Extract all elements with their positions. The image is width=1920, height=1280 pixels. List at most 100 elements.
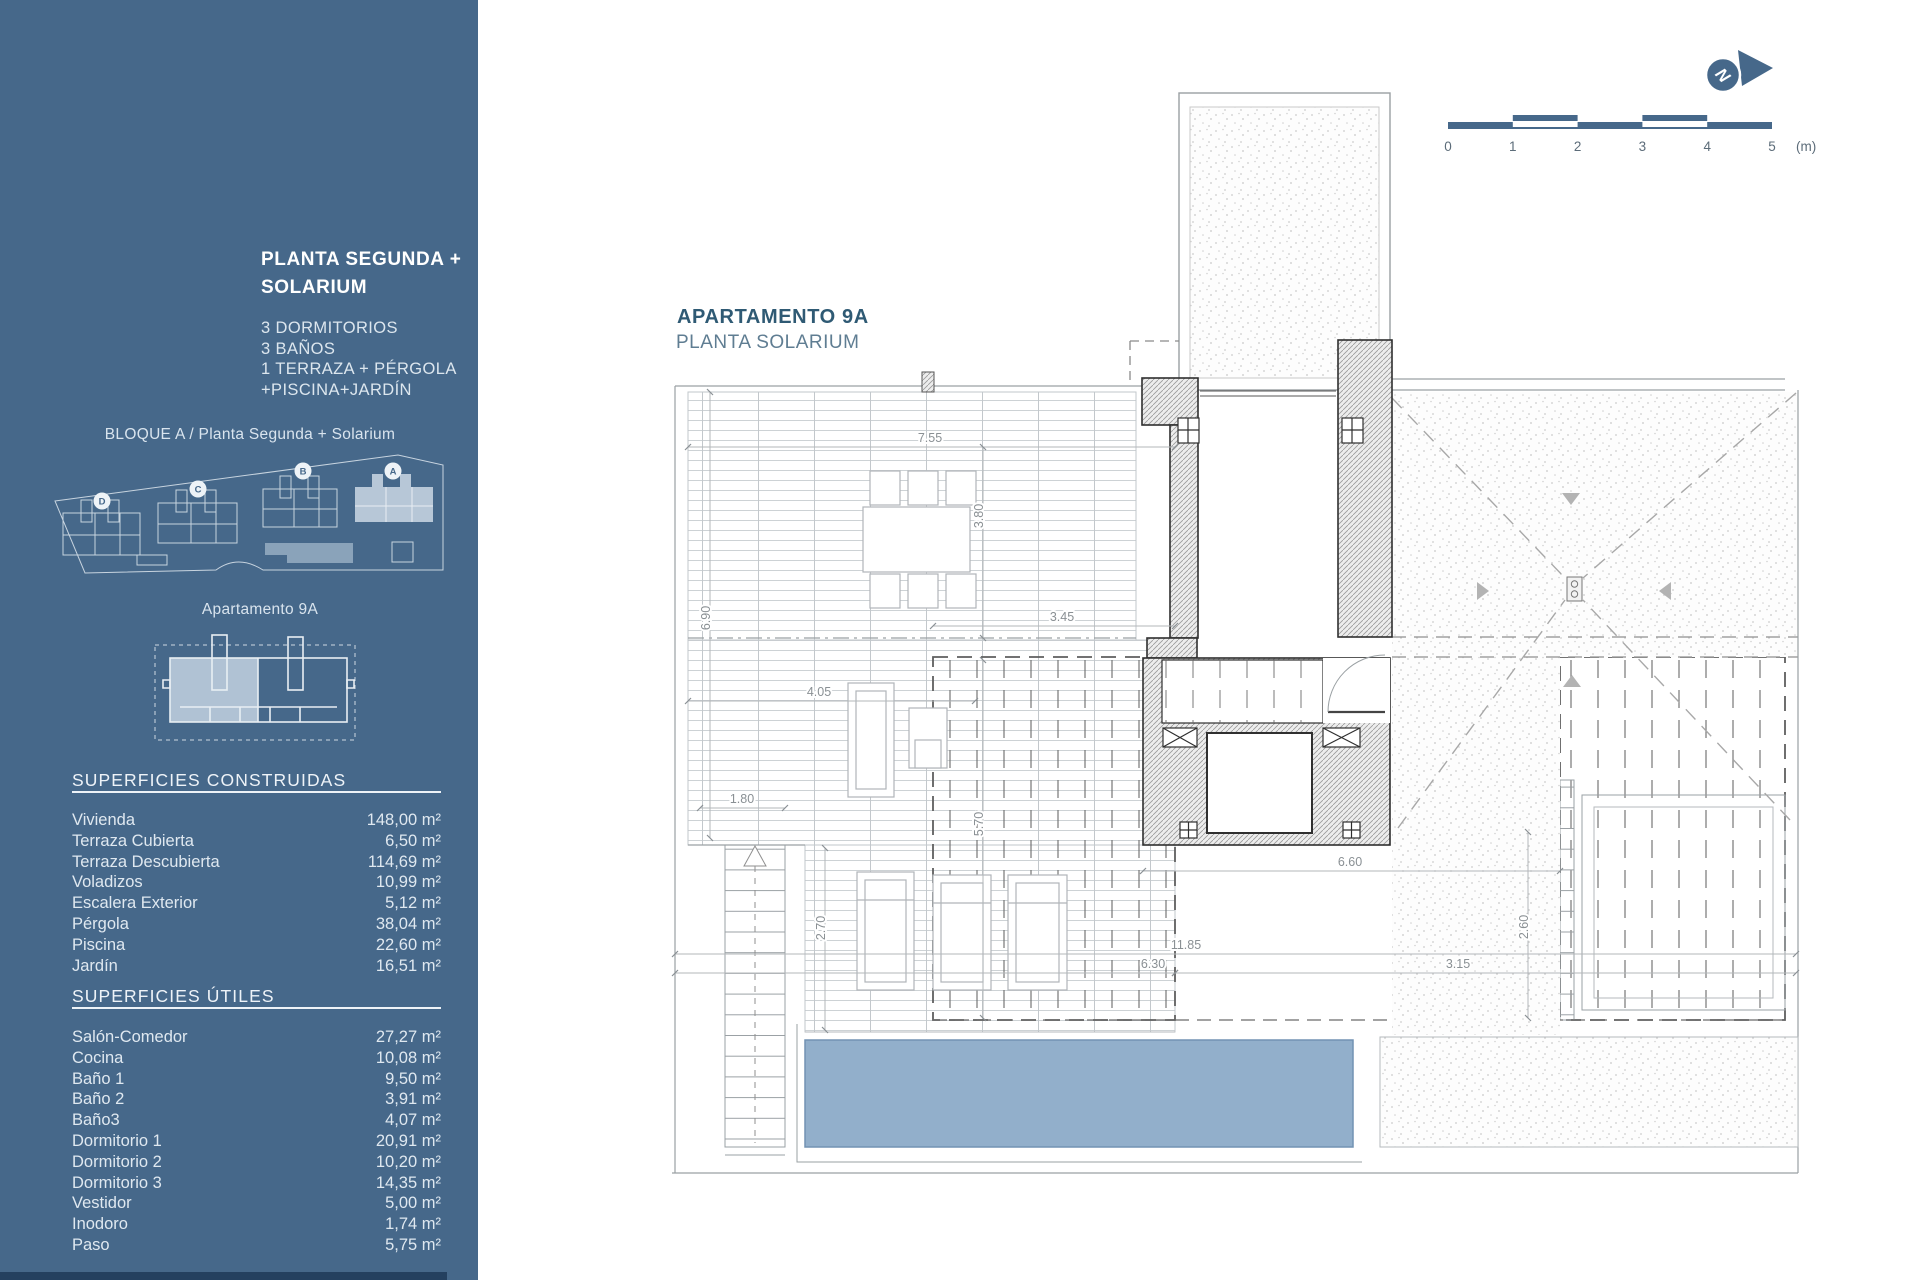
svg-text:2.60: 2.60: [1517, 915, 1531, 939]
floor-plan-drawing: 7.55 3.80 6.90 3.45 4.05 1.80 5.70 2.70 …: [478, 0, 1920, 1280]
svg-text:5: 5: [1768, 139, 1776, 154]
surface-row: Inodoro 1,74 m²: [72, 1214, 441, 1235]
svg-text:D: D: [99, 497, 106, 508]
surface-value: 1,74 m²: [385, 1214, 441, 1235]
surface-label: Piscina: [72, 935, 125, 956]
svg-text:A: A: [390, 467, 397, 478]
surface-row: Jardín 16,51 m²: [72, 956, 441, 977]
construidas-heading: SUPERFICIES CONSTRUIDAS: [72, 770, 346, 791]
surface-label: Voladizos: [72, 872, 143, 893]
block-label: BLOQUE A / Planta Segunda + Solarium: [60, 426, 440, 444]
surface-value: 10,20 m²: [376, 1152, 441, 1173]
dining-table: [863, 507, 970, 572]
surface-value: 5,12 m²: [385, 893, 441, 914]
surface-label: Terraza Descubierta: [72, 852, 220, 873]
surface-label: Baño 2: [72, 1089, 124, 1110]
utiles-heading: SUPERFICIES ÚTILES: [72, 986, 275, 1007]
garden-bed: [1380, 1037, 1798, 1147]
surface-label: Cocina: [72, 1048, 123, 1069]
surface-value: 148,00 m²: [367, 810, 441, 831]
surface-label: Pérgola: [72, 914, 129, 935]
surface-row: Dormitorio 2 10,20 m²: [72, 1152, 441, 1173]
svg-text:C: C: [195, 485, 202, 496]
svg-text:(m): (m): [1796, 139, 1816, 154]
surface-label: Inodoro: [72, 1214, 128, 1235]
svg-text:0: 0: [1444, 139, 1452, 154]
block-b-footprint: [263, 476, 337, 527]
surface-row: Cocina 10,08 m²: [72, 1048, 441, 1069]
site-pool-shape: [265, 543, 353, 563]
surface-label: Terraza Cubierta: [72, 831, 194, 852]
surface-row: Terraza Descubierta 114,69 m²: [72, 852, 441, 873]
surface-label: Dormitorio 2: [72, 1152, 162, 1173]
block-c-footprint: [158, 490, 237, 543]
svg-text:6.60: 6.60: [1338, 855, 1362, 869]
surface-value: 16,51 m²: [376, 956, 441, 977]
pool-area: [797, 1024, 1798, 1162]
program-item: 1 TERRAZA + PÉRGOLA: [261, 359, 457, 380]
surface-label: Vestidor: [72, 1193, 132, 1214]
svg-text:2.70: 2.70: [814, 916, 828, 940]
exterior-stair: [725, 845, 785, 1155]
svg-text:6.30: 6.30: [1141, 957, 1165, 971]
unit-diagram: [150, 630, 360, 748]
surface-value: 9,50 m²: [385, 1069, 441, 1090]
program-list: 3 DORMITORIOS3 BAÑOS1 TERRAZA + PÉRGOLA+…: [261, 318, 457, 400]
stair-tower: [922, 93, 1390, 392]
program-item: 3 DORMITORIOS: [261, 318, 457, 339]
svg-text:3.45: 3.45: [1050, 610, 1074, 624]
surface-row: Voladizos 10,99 m²: [72, 872, 441, 893]
svg-text:3.15: 3.15: [1446, 957, 1470, 971]
rule: [72, 791, 441, 793]
core-walls: [1142, 340, 1392, 845]
surface-label: Dormitorio 1: [72, 1131, 162, 1152]
surface-value: 27,27 m²: [376, 1027, 441, 1048]
surface-value: 38,04 m²: [376, 914, 441, 935]
accent-strip: [0, 1272, 447, 1280]
svg-text:2: 2: [1574, 139, 1582, 154]
surface-label: Paso: [72, 1235, 110, 1256]
surface-value: 20,91 m²: [376, 1131, 441, 1152]
surface-row: Pérgola 38,04 m²: [72, 914, 441, 935]
surface-label: Baño3: [72, 1110, 120, 1131]
surface-value: 10,99 m²: [376, 872, 441, 893]
svg-text:6.90: 6.90: [699, 606, 713, 630]
surface-row: Baño 1 9,50 m²: [72, 1069, 441, 1090]
surface-label: Salón-Comedor: [72, 1027, 188, 1048]
surface-value: 3,91 m²: [385, 1089, 441, 1110]
block-a-footprint-highlighted: [355, 474, 433, 522]
svg-text:B: B: [300, 467, 307, 478]
surface-value: 14,35 m²: [376, 1173, 441, 1194]
surface-row: Piscina 22,60 m²: [72, 935, 441, 956]
site-plan-diagram: D C B A: [48, 450, 452, 582]
floor-title: PLANTA SEGUNDA + SOLARIUM: [261, 246, 462, 302]
surface-row: Dormitorio 1 20,91 m²: [72, 1131, 441, 1152]
surface-row: Vestidor 5,00 m²: [72, 1193, 441, 1214]
brochure-page: { "colors":{"sidebar_bg":"#46688a","acce…: [0, 0, 1920, 1280]
surface-label: Escalera Exterior: [72, 893, 198, 914]
door-opening: [1323, 658, 1390, 723]
svg-text:1: 1: [1509, 139, 1517, 154]
surface-row: Baño 2 3,91 m²: [72, 1089, 441, 1110]
svg-text:1.80: 1.80: [730, 792, 754, 806]
surface-value: 10,08 m²: [376, 1048, 441, 1069]
svg-text:7.55: 7.55: [918, 431, 942, 445]
swimming-pool: [805, 1040, 1353, 1147]
north-arrow-icon: N: [1706, 50, 1773, 92]
svg-text:3: 3: [1639, 139, 1647, 154]
surface-row: Dormitorio 3 14,35 m²: [72, 1173, 441, 1194]
surface-value: 5,75 m²: [385, 1235, 441, 1256]
info-sidebar: PLANTA SEGUNDA + SOLARIUM 3 DORMITORIOS3…: [0, 0, 478, 1280]
scale-bar: 0 1 2 3 4 5 (m): [1444, 115, 1816, 154]
surface-value: 22,60 m²: [376, 935, 441, 956]
surface-value: 6,50 m²: [385, 831, 441, 852]
program-item: 3 BAÑOS: [261, 339, 457, 360]
surface-value: 4,07 m²: [385, 1110, 441, 1131]
surface-label: Vivienda: [72, 810, 135, 831]
svg-text:3.80: 3.80: [972, 504, 986, 528]
svg-text:4: 4: [1703, 139, 1711, 154]
svg-text:11.85: 11.85: [1171, 938, 1201, 952]
surface-row: Escalera Exterior 5,12 m²: [72, 893, 441, 914]
rule: [72, 1007, 441, 1009]
surface-value: 5,00 m²: [385, 1193, 441, 1214]
